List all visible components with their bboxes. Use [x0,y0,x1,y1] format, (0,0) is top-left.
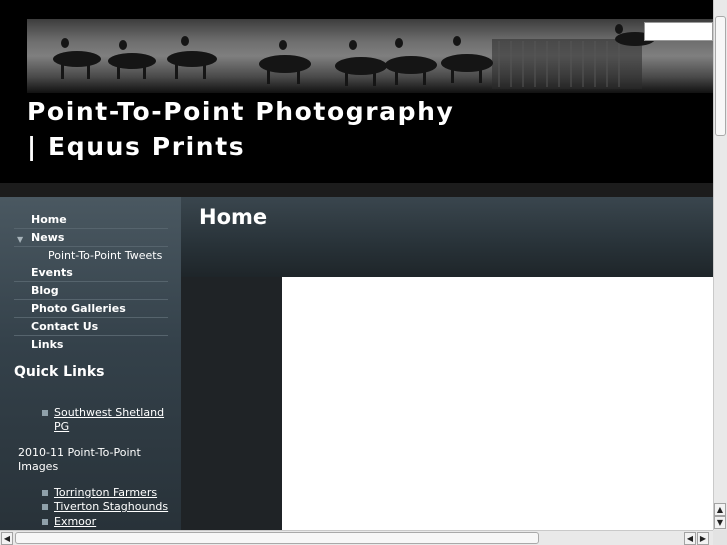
images-heading: 2010-11 Point-To-Point Images [18,446,141,473]
nav-item-links[interactable]: Links [14,336,168,353]
image-link-label: Exmoor [54,515,97,528]
content-area [282,277,713,530]
scroll-up-arrow-icon[interactable]: ▲ [714,503,726,516]
nav-item-label: Contact Us [31,320,99,333]
nav-item-label: Photo Galleries [31,302,126,315]
header-divider-band [0,183,713,197]
nav-item-blog[interactable]: Blog [14,282,168,300]
square-bullet-icon [42,519,48,525]
scroll-right-arrow-icon[interactable]: ▶ [697,532,709,545]
vertical-scrollbar[interactable]: ▲ ▼ [713,0,727,530]
quick-link-southwest-shetland-pg[interactable]: Southwest Shetland PG [41,406,171,434]
image-link-tiverton-staghounds[interactable]: Tiverton Staghounds [41,500,171,514]
nav-item-events[interactable]: Events [14,264,168,282]
horizontal-scrollbar[interactable]: ◀ ◀ ▶ [0,530,713,545]
nav-item-point-to-point-tweets[interactable]: Point-To-Point Tweets [14,247,168,264]
scrollbar-corner [713,530,727,545]
image-link-exmoor[interactable]: Exmoor [41,515,171,529]
page-title: Home [199,205,268,229]
main-navigation: Home ▼ News Point-To-Point Tweets Events … [14,211,168,353]
sidebar: Home ▼ News Point-To-Point Tweets Events … [0,197,181,530]
nav-item-photo-galleries[interactable]: Photo Galleries [14,300,168,318]
site-title-line-2: | Equus Prints [27,132,246,161]
nav-item-news[interactable]: ▼ News [14,229,168,247]
main-left-panel [181,277,282,530]
nav-item-label: Point-To-Point Tweets [48,249,163,262]
image-link-label: Tiverton Staghounds [54,500,169,513]
square-bullet-icon [42,504,48,510]
vertical-scroll-thumb[interactable] [715,16,726,136]
image-link-label: Torrington Farmers [54,486,158,499]
image-link-torrington-farmers[interactable]: Torrington Farmers [41,486,171,500]
quick-link-label: Southwest Shetland PG [54,406,165,433]
expand-triangle-icon[interactable]: ▼ [17,231,23,248]
nav-item-label: News [31,231,65,244]
square-bullet-icon [42,410,48,416]
scroll-left-arrow-icon[interactable]: ◀ [684,532,696,545]
site-title-line-1: Point-To-Point Photography [27,97,455,126]
search-input[interactable] [644,22,713,41]
site-title[interactable]: Point-To-Point Photography | Equus Prints [27,94,467,164]
quick-links-heading: Quick Links [14,364,105,380]
scroll-left-arrow-icon[interactable]: ◀ [1,532,13,545]
nav-item-label: Blog [31,284,59,297]
racing-horses-banner-image [27,19,713,93]
nav-item-label: Events [31,266,73,279]
square-bullet-icon [42,490,48,496]
nav-item-label: Links [31,338,64,351]
nav-item-label: Home [31,213,67,226]
nav-item-home[interactable]: Home [14,211,168,229]
horizontal-scroll-thumb[interactable] [15,532,539,544]
scroll-down-arrow-icon[interactable]: ▼ [714,516,726,529]
nav-item-contact-us[interactable]: Contact Us [14,318,168,336]
